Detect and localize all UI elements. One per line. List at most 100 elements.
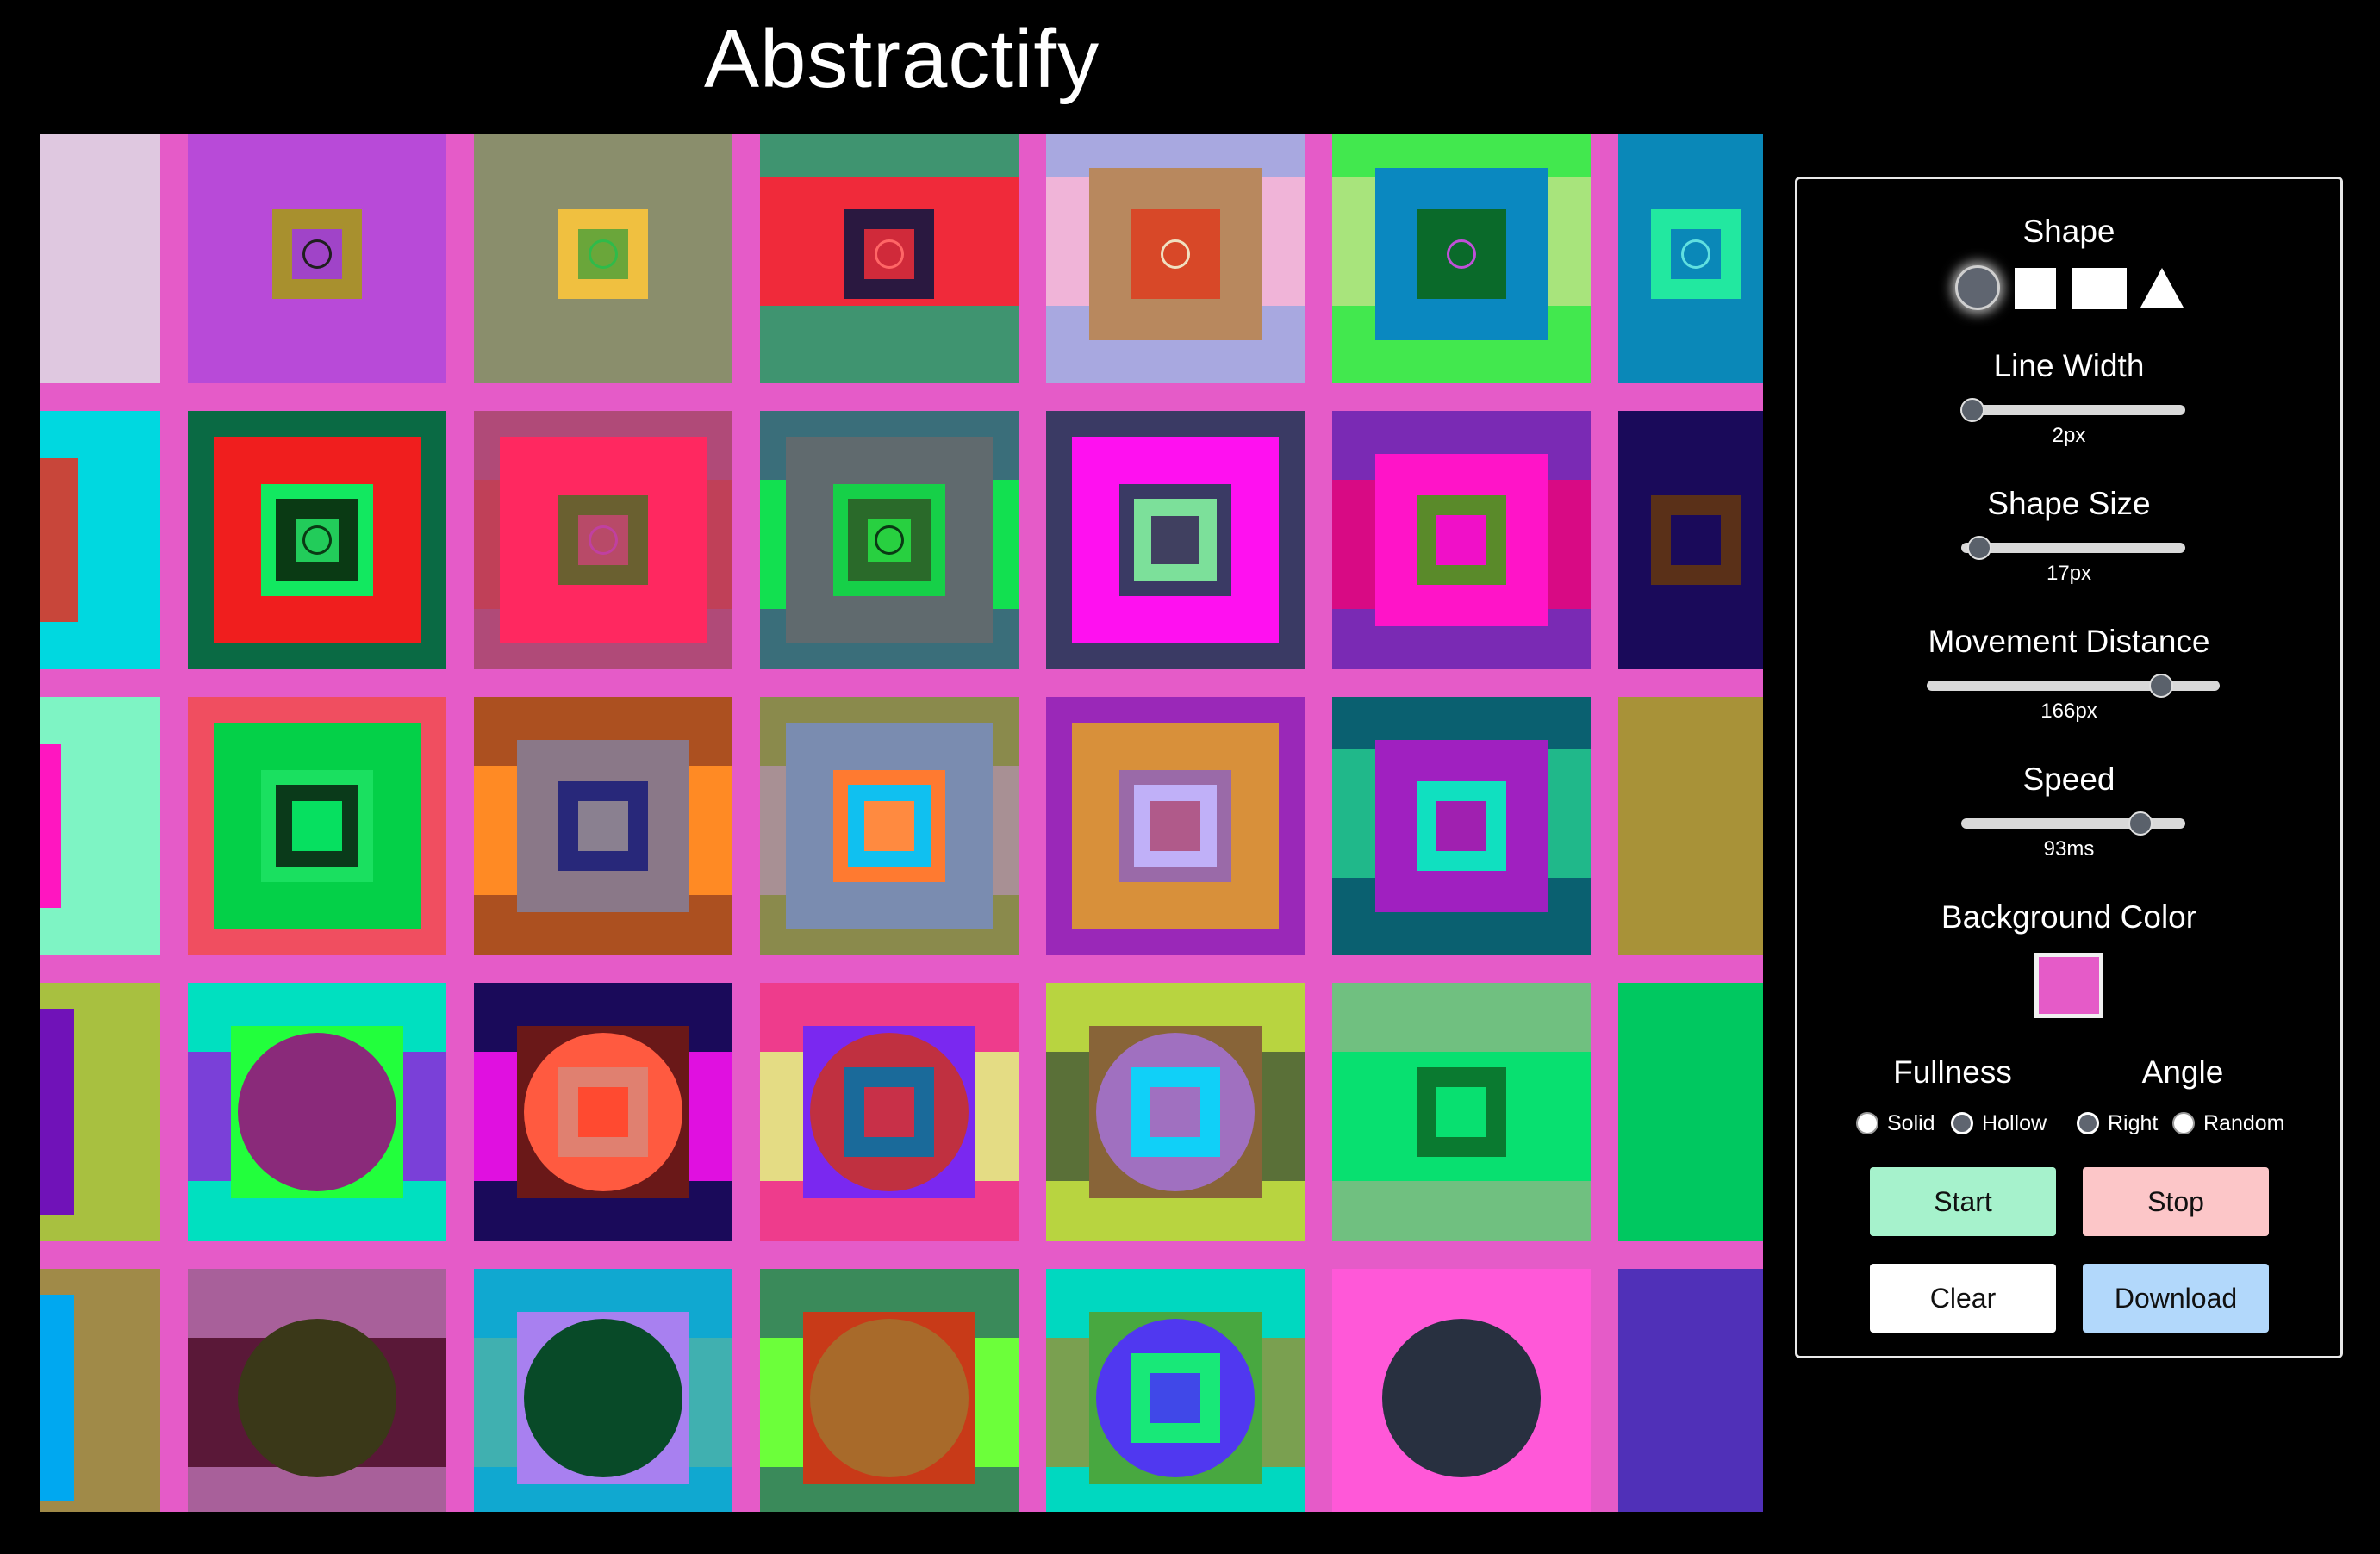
rectangle-icon[interactable] — [2072, 268, 2127, 309]
speed-slider-thumb[interactable] — [2128, 811, 2153, 836]
start-button[interactable]: Start — [1870, 1167, 2056, 1236]
art-square — [1671, 515, 1721, 565]
art-ring — [589, 525, 618, 555]
art-ring — [1447, 239, 1476, 269]
art-tile — [760, 1269, 1019, 1512]
art-square — [40, 1295, 74, 1501]
speed-value: 93ms — [2043, 837, 2095, 861]
art-tile — [188, 983, 446, 1241]
art-ring — [302, 239, 332, 269]
art-ring — [875, 525, 904, 555]
art-tile — [760, 697, 1019, 955]
angle-title: Angle — [2141, 1054, 2224, 1090]
art-tile — [1618, 134, 1763, 383]
fullness-title: Fullness — [1893, 1054, 2012, 1090]
clear-button[interactable]: Clear — [1870, 1264, 2056, 1333]
movement-distance-slider[interactable] — [1927, 674, 2220, 698]
art-tile — [188, 697, 446, 955]
art-tile — [1618, 1269, 1763, 1512]
shape-size-title: Shape Size — [1987, 486, 2151, 521]
art-ring — [1681, 239, 1710, 269]
fullness-hollow-radio[interactable] — [1951, 1112, 1973, 1134]
movement-distance-value: 166px — [2040, 699, 2097, 723]
art-ring — [1161, 239, 1190, 269]
stop-button[interactable]: Stop — [2083, 1167, 2269, 1236]
art-ring — [875, 239, 904, 269]
art-square — [40, 1009, 74, 1215]
art-square — [1150, 801, 1200, 851]
shape-size-value: 17px — [2046, 562, 2092, 585]
art-canvas[interactable] — [40, 134, 1763, 1512]
art-square — [864, 1087, 914, 1137]
art-tile — [1618, 411, 1763, 669]
art-square — [1436, 1087, 1486, 1137]
speed-title: Speed — [2022, 761, 2115, 797]
art-circle — [524, 1319, 682, 1477]
art-square — [1436, 801, 1486, 851]
art-tile — [474, 1269, 732, 1512]
art-square — [1150, 1087, 1200, 1137]
app-title: Abstractify — [703, 13, 1100, 105]
art-tile — [188, 411, 446, 669]
art-tile — [1618, 983, 1763, 1241]
art-circle — [1382, 1319, 1541, 1477]
art-square — [1150, 1373, 1200, 1423]
art-tile — [1332, 697, 1591, 955]
fullness-solid-label: Solid — [1887, 1111, 1935, 1135]
shape-size-slider-thumb[interactable] — [1966, 536, 1991, 560]
movement-distance-slider-thumb[interactable] — [2149, 674, 2173, 698]
art-tile — [1046, 983, 1305, 1241]
art-tile — [760, 983, 1019, 1241]
art-tile — [474, 411, 732, 669]
art-tile — [760, 411, 1019, 669]
art-tile — [474, 134, 732, 383]
art-ring — [589, 239, 618, 269]
art-tile — [1332, 134, 1591, 383]
line-width-slider-thumb[interactable] — [1960, 398, 1984, 422]
shape-size-slider[interactable] — [1961, 536, 2185, 560]
control-panel: Shape Line Width 2px Shape Size 17px Mov… — [1795, 177, 2343, 1358]
circle-icon[interactable] — [1955, 265, 2000, 310]
line-width-slider[interactable] — [1960, 398, 2185, 422]
angle-right-radio[interactable] — [2077, 1112, 2099, 1134]
art-square — [40, 744, 61, 908]
square-icon[interactable] — [2015, 268, 2056, 309]
art-circle — [238, 1319, 396, 1477]
art-tile — [1332, 1269, 1591, 1512]
art-tile — [40, 134, 160, 383]
art-tile — [1618, 697, 1763, 955]
art-tile — [474, 983, 732, 1241]
art-tile — [40, 1269, 160, 1512]
triangle-icon[interactable] — [2140, 268, 2184, 308]
art-square — [1151, 516, 1199, 564]
art-circle — [238, 1033, 396, 1191]
art-tile — [40, 411, 160, 669]
art-square — [578, 801, 628, 851]
art-tile — [1332, 411, 1591, 669]
art-tile — [40, 697, 160, 955]
art-ring — [302, 525, 332, 555]
shape-title: Shape — [2022, 214, 2115, 249]
angle-random-label: Random — [2203, 1111, 2285, 1135]
art-tile — [1046, 1269, 1305, 1512]
art-tile — [1046, 411, 1305, 669]
art-square — [1436, 515, 1486, 565]
speed-slider[interactable] — [1961, 811, 2185, 836]
art-tile — [474, 697, 732, 955]
movement-distance-title: Movement Distance — [1928, 624, 2210, 659]
art-square — [578, 1087, 628, 1137]
art-tile — [188, 1269, 446, 1512]
background-color-swatch[interactable] — [2034, 953, 2103, 1018]
angle-random-radio[interactable] — [2172, 1112, 2195, 1134]
art-square — [292, 801, 342, 851]
line-width-title: Line Width — [1993, 348, 2145, 383]
download-button[interactable]: Download — [2083, 1264, 2269, 1333]
background-color-title: Background Color — [1941, 899, 2197, 935]
art-tile — [1046, 697, 1305, 955]
art-tile — [40, 983, 160, 1241]
art-tile — [1332, 983, 1591, 1241]
art-square — [40, 458, 78, 622]
art-tile — [1046, 134, 1305, 383]
fullness-solid-radio[interactable] — [1856, 1112, 1878, 1134]
angle-right-label: Right — [2108, 1111, 2159, 1135]
